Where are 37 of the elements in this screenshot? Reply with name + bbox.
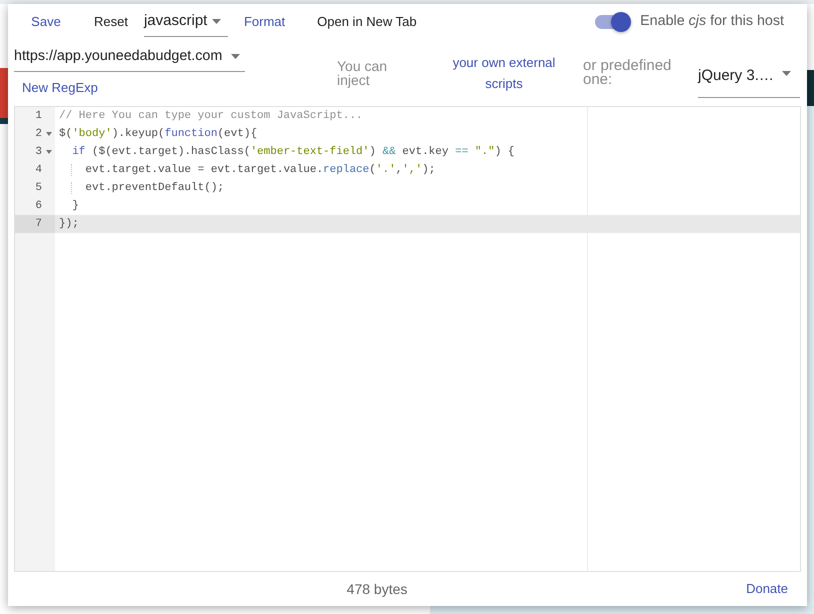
line-number: 2 [35, 127, 42, 142]
code-line: } [71, 199, 79, 214]
enable-label: Enable cjs for this host [640, 12, 784, 32]
header-bar [0, 118, 8, 124]
code-line: evt.target.value = evt.target.value.replace('.',','); [59, 161, 436, 179]
fold-icon[interactable] [46, 150, 52, 154]
code-line: }); [59, 217, 79, 232]
new-regexp-button[interactable]: New RegExp [14, 74, 106, 102]
inject-text: You can inject [337, 59, 388, 87]
line-number: 6 [35, 199, 42, 214]
caret-icon [782, 71, 791, 76]
toolbar-button[interactable]: Format [228, 4, 302, 40]
banner-block [0, 68, 8, 118]
enable-toggle[interactable] [594, 12, 632, 32]
toolbar-button[interactable]: Save [14, 4, 78, 40]
donate-link[interactable]: Donate [738, 579, 796, 599]
url-dropdown[interactable]: https://app.youneedabudget.com [14, 42, 245, 72]
code-line: $('body').keyup(function(evt){ [59, 127, 258, 142]
line-number: 1 [35, 109, 42, 124]
line-number: 7 [35, 217, 42, 232]
caret-icon [212, 19, 221, 24]
caret-icon [231, 54, 240, 59]
predefined-text: or predefined one: [583, 59, 672, 87]
language-dropdown[interactable]: javascript [144, 7, 228, 37]
code-line: if ($(evt.target).hasClass('ember-text-field') && evt.key == ".") { [71, 145, 515, 160]
line-number: 5 [35, 181, 42, 196]
line-number: 3 [35, 145, 42, 160]
fold-icon[interactable] [46, 132, 52, 136]
header-bar [807, 70, 814, 106]
library-dropdown[interactable]: jQuery 3.… [698, 58, 800, 98]
code-line: evt.preventDefault(); [59, 179, 224, 197]
byte-count: 478 bytes [346, 580, 408, 599]
line-number: 4 [35, 163, 42, 178]
toolbar-button[interactable]: Open in New Tab [301, 4, 433, 40]
toolbar-button[interactable]: Reset [78, 4, 144, 40]
external-scripts-link[interactable]: your own external scripts [445, 52, 563, 94]
code-line: // Here You can type your custom JavaScript... [59, 109, 363, 124]
